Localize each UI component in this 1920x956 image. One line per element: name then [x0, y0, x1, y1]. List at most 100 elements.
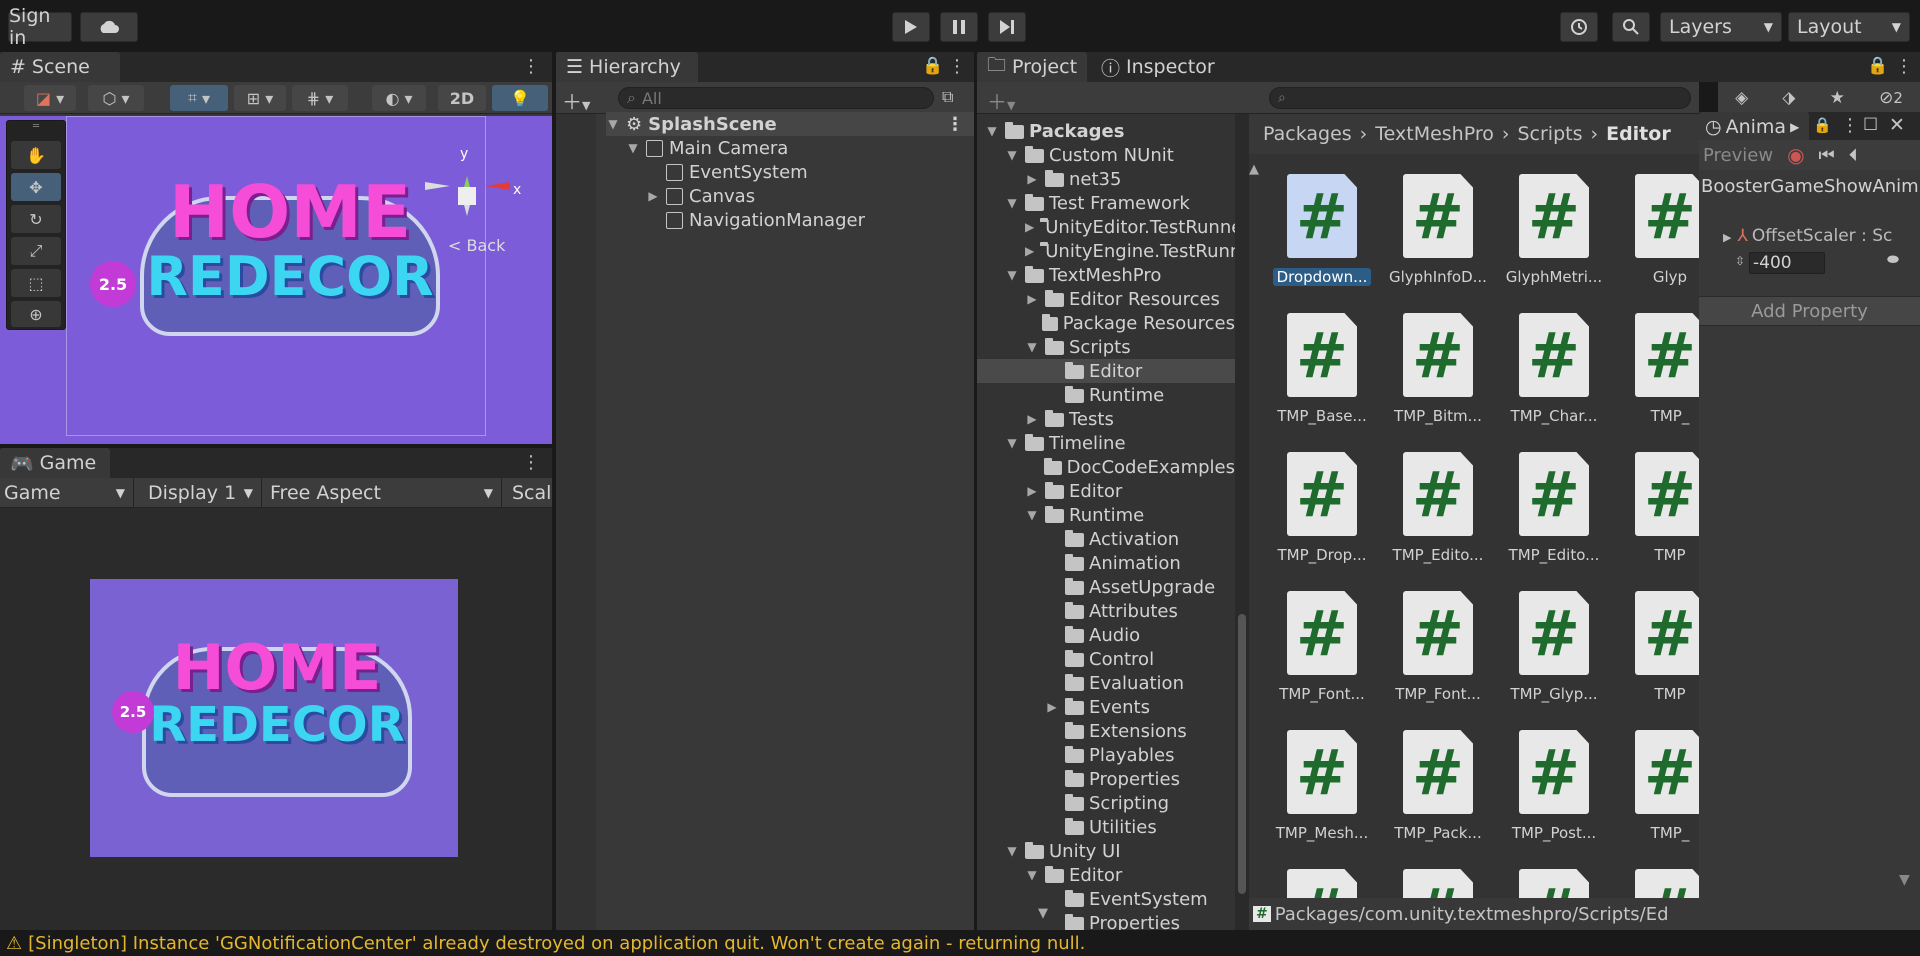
draw-mode-button[interactable]: ◪ ▾ — [24, 85, 76, 111]
collapse-arrow-icon[interactable]: ▶ — [1045, 700, 1059, 714]
expand-arrow-icon[interactable]: ▶ — [646, 189, 660, 203]
breadcrumb-item[interactable]: Packages — [1263, 123, 1352, 145]
folder-tree-item[interactable]: ▶ Tests — [977, 407, 1235, 431]
tree-scrollbar[interactable] — [1235, 114, 1249, 930]
star-icon[interactable]: ★ — [1830, 88, 1845, 108]
project-search-input[interactable]: ⌕ — [1269, 87, 1691, 109]
folder-tree-item[interactable]: ▼ Test Framework — [977, 191, 1235, 215]
scroll-down-icon[interactable]: ▼ — [1899, 872, 1910, 888]
tree-scrollbar-thumb[interactable] — [1238, 614, 1246, 894]
layout-dropdown[interactable]: Layout ▼ — [1788, 12, 1910, 42]
asset-item[interactable]: # TMP — [1615, 591, 1699, 721]
folder-tree-item[interactable]: Editor — [977, 359, 1235, 383]
first-key-icon[interactable]: ⏮ — [1819, 145, 1835, 166]
folder-tree-item[interactable]: ▼ TextMeshPro — [977, 263, 1235, 287]
folder-tree-item[interactable]: Package Resources — [977, 311, 1235, 335]
tree-scroll-down-icon[interactable]: ▼ — [1038, 906, 1048, 921]
layers-dropdown[interactable]: Layers ▼ — [1660, 12, 1782, 42]
hierarchy-item-navigationmanager[interactable]: NavigationManager — [646, 208, 865, 232]
asset-item[interactable]: # TMP_Font... — [1383, 591, 1493, 721]
breadcrumb-item[interactable]: Editor — [1606, 123, 1671, 145]
expand-arrow-icon[interactable]: ▼ — [1025, 340, 1039, 354]
game-view-dropdown[interactable]: Game ▼ — [0, 478, 134, 508]
expand-arrow-icon[interactable]: ▼ — [985, 124, 999, 138]
folder-tree-item[interactable]: Extensions — [977, 719, 1235, 743]
scene-gizmo[interactable]: y x < Back — [420, 136, 530, 255]
asset-item[interactable]: # TMP_Drop... — [1267, 452, 1377, 582]
folder-tree-item[interactable]: ▼ Scripts — [977, 335, 1235, 359]
asset-item[interactable]: # TMP_Glyp... — [1499, 591, 1609, 721]
search-button[interactable] — [1612, 12, 1650, 42]
folder-tree-item[interactable]: ▶ net35 — [977, 167, 1235, 191]
expand-arrow-icon[interactable]: ▼ — [606, 117, 620, 131]
label-icon[interactable]: ⬗ — [1782, 88, 1795, 108]
filter-type-icon[interactable]: ◈ — [1735, 88, 1748, 108]
folder-tree-item[interactable]: Audio — [977, 623, 1235, 647]
folder-tree-item[interactable]: ▼ Runtime — [977, 503, 1235, 527]
hierarchy-search-input[interactable]: ⌕ All — [618, 87, 934, 109]
folder-tree-item[interactable]: Runtime — [977, 383, 1235, 407]
scale-tool-button[interactable]: ⤢ — [11, 237, 61, 265]
asset-item[interactable]: # TMP_Char... — [1499, 313, 1609, 443]
scroll-up-icon[interactable]: ▲ — [1249, 162, 1259, 177]
collapse-arrow-icon[interactable]: ▶ — [1025, 484, 1039, 498]
grid-button[interactable]: ⋕ ▾ — [292, 85, 348, 111]
tab-inspector[interactable]: ⓘ Inspector — [1091, 52, 1225, 82]
folder-tree-item[interactable]: ▶ Editor — [977, 479, 1235, 503]
snap-button[interactable]: ⊞ ▾ — [234, 85, 286, 111]
project-create-button[interactable]: ＋▼ — [987, 86, 1015, 115]
create-button[interactable]: ＋▼ — [562, 86, 590, 115]
folder-tree-item[interactable]: Utilities — [977, 815, 1235, 839]
breadcrumb-item[interactable]: Scripts — [1517, 123, 1582, 145]
folder-tree-item[interactable]: Attributes — [977, 599, 1235, 623]
asset-item[interactable]: # — [1383, 869, 1493, 898]
expand-arrow-icon[interactable]: ▼ — [1025, 868, 1039, 882]
folder-tree-item[interactable]: ▶ UnityEditor.TestRunne — [977, 215, 1235, 239]
folder-tree-item[interactable]: Playables — [977, 743, 1235, 767]
lock-icon[interactable]: 🔒 — [1813, 116, 1832, 134]
record-icon[interactable]: ◉ — [1787, 143, 1804, 167]
folder-tree-item[interactable]: Properties — [977, 911, 1235, 930]
expand-arrow-icon[interactable]: ▼ — [1005, 844, 1019, 858]
collapse-arrow-icon[interactable]: ▶ — [1025, 292, 1039, 306]
breadcrumb-item[interactable]: TextMeshPro — [1375, 123, 1494, 145]
tab-game[interactable]: 🎮 Game — [0, 448, 110, 478]
move-tool-button[interactable]: ✥ — [11, 173, 61, 201]
folder-tree-item[interactable]: ▼ Timeline — [977, 431, 1235, 455]
collapse-arrow-icon[interactable]: ▶ — [1025, 244, 1034, 258]
animation-menu-icon[interactable]: ⋮ — [1841, 115, 1859, 136]
hierarchy-menu-icon[interactable]: ⋮ — [948, 56, 966, 77]
expand-arrow-icon[interactable]: ▼ — [1005, 268, 1019, 282]
lock-icon[interactable]: 🔒 — [922, 56, 943, 76]
asset-item[interactable]: # TMP_ — [1615, 730, 1699, 860]
hand-tool-button[interactable]: ✋ — [11, 141, 61, 169]
tab-animation[interactable]: ◷ Anima ▶ — [1699, 112, 1809, 142]
folder-tree-item[interactable]: Control — [977, 647, 1235, 671]
pause-button[interactable] — [940, 12, 978, 42]
asset-item[interactable]: # TMP_Edito... — [1499, 452, 1609, 582]
folder-tree-item[interactable]: ▶ UnityEngine.TestRunn — [977, 239, 1235, 263]
folder-tree-item[interactable]: ▶ Editor Resources — [977, 287, 1235, 311]
kebab-icon[interactable]: ⋮ — [946, 114, 964, 135]
folder-tree-item[interactable]: DocCodeExamples — [977, 455, 1235, 479]
game-menu-icon[interactable]: ⋮ — [522, 452, 540, 473]
tab-scene[interactable]: # Scene — [0, 52, 120, 82]
folder-tree-item[interactable]: EventSystem — [977, 887, 1235, 911]
aspect-dropdown[interactable]: Free Aspect ▼ — [264, 478, 502, 508]
rect-tool-button[interactable]: ⬚ — [11, 269, 61, 297]
console-status-bar[interactable]: ⚠ [Singleton] Instance 'GGNotificationCen… — [0, 930, 1920, 956]
transform-tool-button[interactable]: ⊕ — [11, 301, 61, 327]
collapse-arrow-icon[interactable]: ▶ — [1025, 172, 1039, 186]
maximize-icon[interactable]: ☐ — [1863, 115, 1878, 135]
expand-arrow-icon[interactable]: ▼ — [626, 141, 640, 155]
preview-button[interactable]: Preview — [1703, 145, 1773, 166]
add-property-button[interactable]: Add Property — [1699, 296, 1920, 326]
rotate-tool-button[interactable]: ↻ — [11, 205, 61, 233]
folder-tree-item[interactable]: Animation — [977, 551, 1235, 575]
folder-tree-item[interactable]: Properties — [977, 767, 1235, 791]
tab-hierarchy[interactable]: ☰ Hierarchy — [556, 52, 698, 82]
folder-tree-item[interactable]: Activation — [977, 527, 1235, 551]
property-value-input[interactable]: -400 — [1749, 252, 1825, 274]
project-menu-icon[interactable]: ⋮ — [1895, 56, 1913, 77]
expand-arrow-icon[interactable]: ▼ — [1005, 196, 1019, 210]
